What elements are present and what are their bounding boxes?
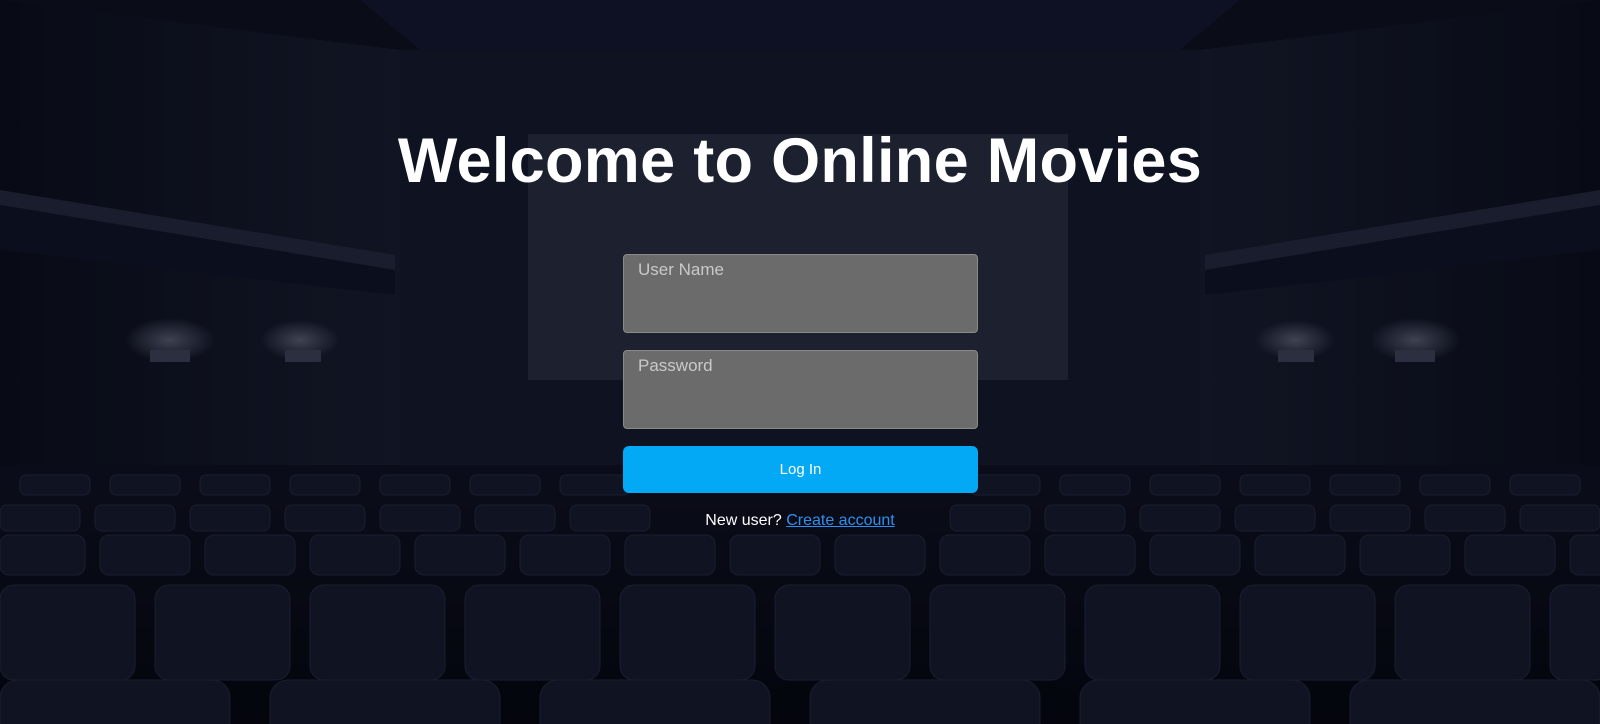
create-account-link[interactable]: Create account [786,512,895,529]
username-input[interactable] [623,254,978,333]
login-page: Welcome to Online Movies Log In New user… [0,0,1600,724]
password-input[interactable] [623,350,978,429]
page-title: Welcome to Online Movies [397,126,1203,196]
login-button[interactable]: Log In [623,446,978,493]
login-container: Welcome to Online Movies Log In New user… [0,0,1600,724]
signup-prompt: New user? [705,512,782,529]
signup-row: New user? Create account [0,512,1600,530]
